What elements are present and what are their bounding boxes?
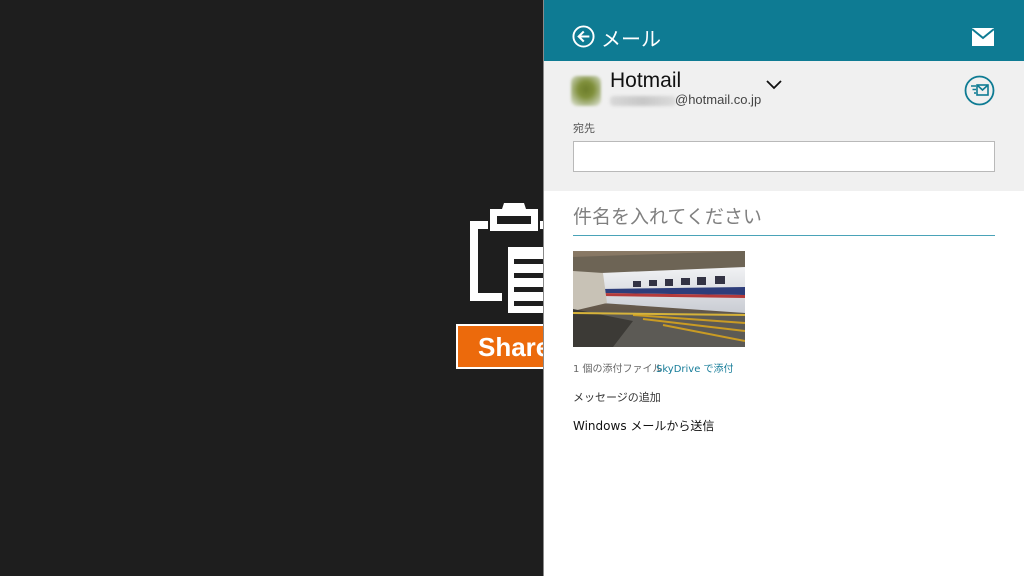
pane-header: メール [544,0,1024,61]
message-body-input[interactable]: メッセージの追加 [573,389,661,405]
avatar [571,76,601,106]
share-tile-label: Share [478,332,543,362]
send-icon[interactable] [964,75,995,106]
clipboard-icon [470,203,543,313]
signature-text: Windows メールから送信 [573,419,715,433]
email-redacted [610,96,676,106]
pane-title: メール [601,27,661,51]
mail-icon [972,28,994,46]
app-area: Share [0,0,543,576]
back-arrow-icon[interactable] [572,25,595,48]
attachment-count: 1 個の添付ファイル [573,364,663,375]
subject-placeholder: 件名を入れてください [573,206,762,228]
account-name[interactable]: Hotmail [610,69,681,93]
to-input[interactable] [573,141,995,172]
chevron-down-icon[interactable] [766,80,782,90]
mail-share-pane: メール Hotmail @hotmail.co.jp 宛先 件名を入れてください [543,0,1024,576]
account-area: Hotmail @hotmail.co.jp 宛先 [544,61,1024,191]
share-tile[interactable]: Share [456,324,543,369]
to-label: 宛先 [573,122,595,135]
subject-input[interactable]: 件名を入れてください [573,200,995,236]
skydrive-attach-link[interactable]: SkyDrive で添付 [656,360,734,375]
attachment-thumbnail[interactable] [573,251,745,347]
account-email: @hotmail.co.jp [675,92,762,107]
